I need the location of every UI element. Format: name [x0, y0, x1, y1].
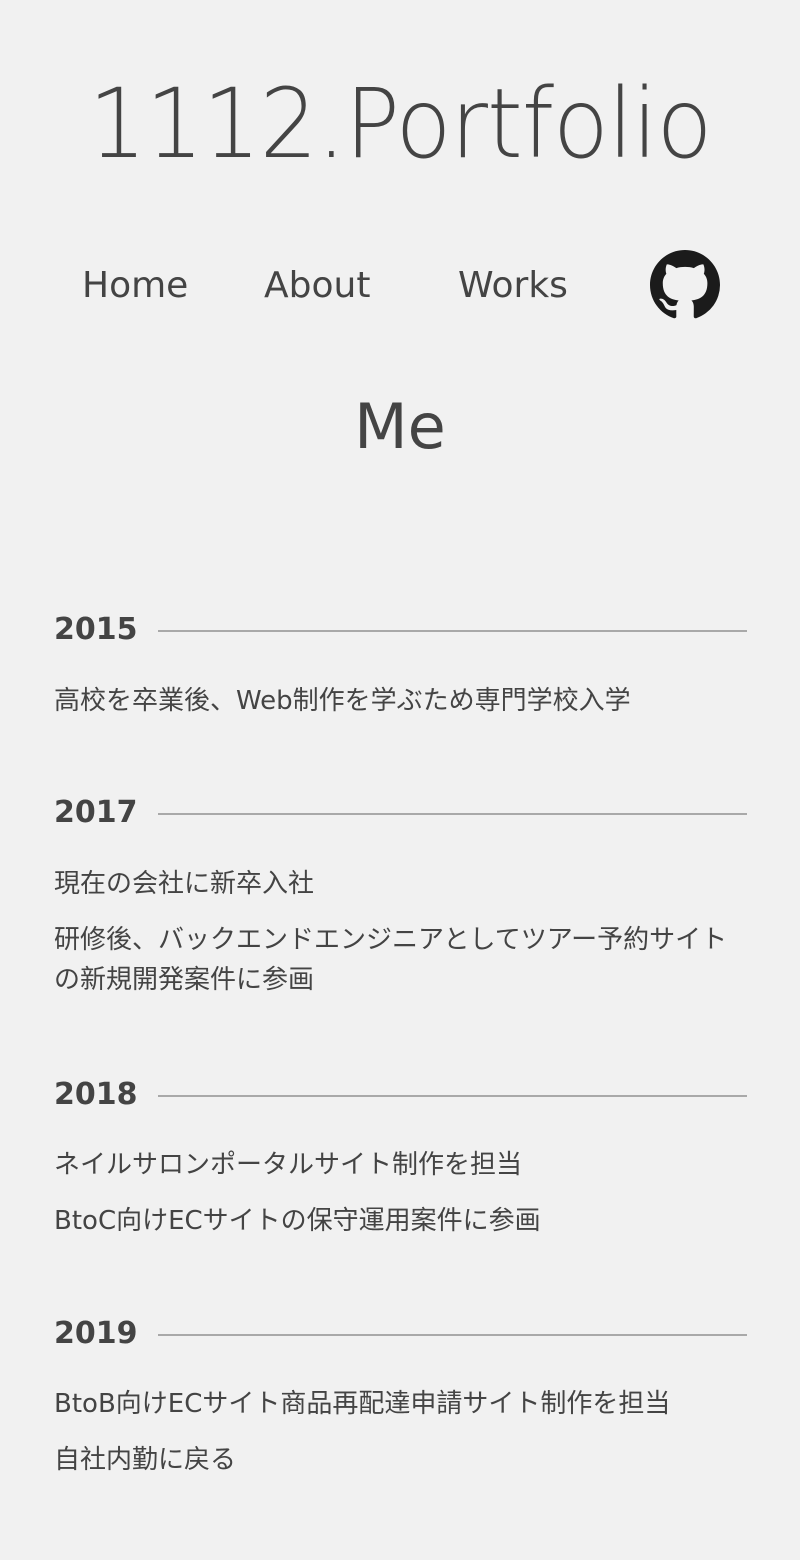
- timeline-year: 2017: [54, 795, 138, 830]
- timeline-event: 高校を卒業後、Web制作を学ぶため専門学校入学: [54, 686, 631, 716]
- timeline-year: 2019: [54, 1316, 138, 1351]
- timeline-event: 自社内勤に戻る: [54, 1445, 237, 1475]
- timeline-entry-2015: 2015 高校を卒業後、Web制作を学ぶため専門学校入学: [54, 610, 747, 721]
- timeline-entry-2017: 2017 現在の会社に新卒入社 研修後、バックエンドエンジニアとしてツアー予約サ…: [54, 793, 747, 1000]
- timeline-year: 2018: [54, 1077, 138, 1112]
- timeline-event: ネイルサロンポータルサイト制作を担当: [54, 1150, 523, 1180]
- timeline-year: 2015: [54, 612, 138, 647]
- year-divider: [158, 1095, 747, 1097]
- github-icon: [650, 250, 720, 319]
- timeline-entry-2019: 2019 BtoB向けECサイト商品再配達申請サイト制作を担当 自社内勤に戻る: [54, 1314, 747, 1480]
- github-link[interactable]: [650, 250, 720, 320]
- year-divider: [158, 1334, 747, 1336]
- nav-about-link[interactable]: About: [264, 264, 370, 308]
- year-divider: [158, 813, 747, 815]
- timeline-event: BtoB向けECサイト商品再配達申請サイト制作を担当: [54, 1389, 671, 1419]
- timeline-event: 現在の会社に新卒入社: [54, 869, 315, 899]
- main-nav: Home About Works: [0, 250, 800, 320]
- section-title: Me: [354, 390, 446, 463]
- site-title: 1112.Portfolio: [88, 68, 713, 180]
- timeline-event: BtoC向けECサイトの保守運用案件に参画: [54, 1206, 541, 1236]
- timeline-entry-2018: 2018 ネイルサロンポータルサイト制作を担当 BtoC向けECサイトの保守運用…: [54, 1075, 747, 1241]
- timeline-event: 研修後、バックエンドエンジニアとしてツアー予約サイトの新規開発案件に参画: [54, 925, 728, 995]
- nav-works-link[interactable]: Works: [458, 264, 568, 308]
- year-divider: [158, 630, 747, 632]
- nav-home-link[interactable]: Home: [82, 264, 188, 308]
